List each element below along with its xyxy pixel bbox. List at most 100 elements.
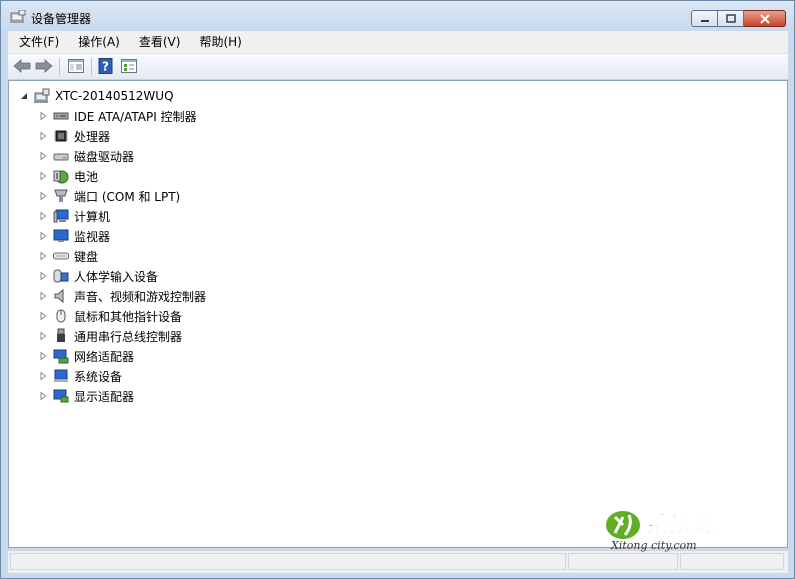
ide-controller-icon	[53, 108, 69, 124]
menu-bar: 文件(F) 操作(A) 查看(V) 帮助(H)	[8, 31, 788, 54]
device-manager-icon	[10, 9, 26, 24]
expand-triangle-icon[interactable]	[39, 192, 47, 200]
expand-triangle-icon[interactable]	[39, 312, 47, 320]
monitor-icon	[53, 228, 69, 244]
disk-drive-icon	[53, 148, 69, 164]
device-tree-pane[interactable]: XTC-20140512WUQ IDE ATA/ATAPI 控制器 处理器磁盘驱动…	[8, 80, 788, 548]
expand-triangle-icon[interactable]	[39, 212, 47, 220]
tree-item[interactable]: 电池	[39, 166, 98, 186]
expand-triangle-icon[interactable]	[39, 172, 47, 180]
computer-name: XTC-20140512WUQ	[55, 89, 174, 103]
toolbar-separator	[91, 58, 92, 75]
expand-triangle-icon[interactable]	[39, 352, 47, 360]
tree-item[interactable]: 系统设备	[39, 366, 122, 386]
minimize-icon	[700, 19, 709, 22]
tree-item-label: 监视器	[74, 229, 111, 244]
tree-item-label: 网络适配器	[74, 349, 135, 364]
maximize-icon	[725, 14, 736, 23]
back-button[interactable]	[13, 58, 31, 74]
window-controls	[691, 10, 786, 29]
status-pane-3	[680, 553, 784, 570]
toolbar-separator	[59, 58, 60, 75]
tree-item-label: 声音、视频和游戏控制器	[74, 289, 207, 304]
tree-item[interactable]: 计算机	[39, 206, 110, 226]
tree-item-label: IDE ATA/ATAPI 控制器	[74, 109, 197, 124]
collapse-triangle-icon[interactable]	[20, 92, 28, 100]
back-arrow-icon	[13, 59, 31, 73]
tree-item[interactable]: 通用串行总线控制器	[39, 326, 182, 346]
tree-item[interactable]: 网络适配器	[39, 346, 134, 366]
tree-item-label: 磁盘驱动器	[74, 149, 135, 164]
tree-item-label: 电池	[74, 169, 99, 184]
tree-item-label: 处理器	[74, 129, 111, 144]
computer-icon	[53, 208, 69, 224]
port-icon	[53, 188, 69, 204]
battery-icon	[53, 168, 69, 184]
system-device-icon	[53, 368, 69, 384]
svg-text:?: ?	[102, 60, 109, 74]
tree-item-label: 通用串行总线控制器	[74, 329, 183, 344]
forward-button[interactable]	[35, 58, 53, 74]
expand-triangle-icon[interactable]	[39, 272, 47, 280]
display-adapter-icon	[53, 388, 69, 404]
computer-root-icon	[34, 88, 50, 104]
tree-item[interactable]: 声音、视频和游戏控制器	[39, 286, 206, 306]
tree-item-label: 键盘	[74, 249, 99, 264]
tree-item[interactable]: 键盘	[39, 246, 98, 266]
status-pane-main	[10, 553, 566, 570]
sound-icon	[53, 288, 69, 304]
show-hide-console-tree-icon	[68, 59, 84, 73]
tree-item-label: 显示适配器	[74, 389, 135, 404]
close-button[interactable]	[744, 10, 786, 27]
expand-triangle-icon[interactable]	[39, 232, 47, 240]
help-icon: ?	[98, 58, 113, 74]
menu-file[interactable]: 文件(F)	[8, 31, 67, 53]
watermark-brand-text: 系统城	[645, 511, 717, 539]
title-bar[interactable]: 设备管理器	[1, 1, 794, 31]
expand-triangle-icon[interactable]	[39, 252, 47, 260]
expand-triangle-icon[interactable]	[39, 332, 47, 340]
close-icon	[759, 13, 770, 24]
status-bar	[8, 550, 788, 573]
forward-arrow-icon	[35, 59, 53, 73]
menu-action[interactable]: 操作(A)	[67, 31, 128, 53]
tree-item[interactable]: 鼠标和其他指针设备	[39, 306, 182, 326]
help-button[interactable]: ?	[97, 58, 115, 74]
expand-triangle-icon[interactable]	[39, 112, 47, 120]
tree-item[interactable]: IDE ATA/ATAPI 控制器	[39, 106, 197, 126]
mouse-icon	[53, 308, 69, 324]
keyboard-icon	[53, 248, 69, 264]
window-title: 设备管理器	[31, 12, 92, 26]
menu-help[interactable]: 帮助(H)	[188, 31, 249, 53]
tree-item[interactable]: 磁盘驱动器	[39, 146, 134, 166]
network-adapter-icon	[53, 348, 69, 364]
tree-item[interactable]: 监视器	[39, 226, 110, 246]
expand-triangle-icon[interactable]	[39, 152, 47, 160]
toolbar: ?	[8, 54, 788, 80]
tree-root[interactable]: XTC-20140512WUQ	[20, 86, 174, 106]
hid-icon	[53, 268, 69, 284]
tree-item-label: 鼠标和其他指针设备	[74, 309, 183, 324]
tree-item[interactable]: 人体学输入设备	[39, 266, 158, 286]
menu-view[interactable]: 查看(V)	[128, 31, 189, 53]
watermark-domain-text: Xitong city.com	[610, 539, 697, 552]
status-pane-2	[568, 553, 678, 570]
tree-item[interactable]: 端口 (COM 和 LPT)	[39, 186, 180, 206]
watermark-logo: 系统城 Xitong city.com	[601, 503, 761, 553]
console-tree-button[interactable]	[67, 58, 85, 74]
usb-icon	[53, 328, 69, 344]
tree-item-label: 计算机	[74, 209, 111, 224]
expand-triangle-icon[interactable]	[39, 392, 47, 400]
tree-item-label: 人体学输入设备	[74, 269, 159, 284]
expand-triangle-icon[interactable]	[39, 372, 47, 380]
tree-item[interactable]: 显示适配器	[39, 386, 134, 406]
properties-button[interactable]	[120, 58, 138, 74]
expand-triangle-icon[interactable]	[39, 132, 47, 140]
expand-triangle-icon[interactable]	[39, 292, 47, 300]
processor-icon	[53, 128, 69, 144]
minimize-button[interactable]	[691, 10, 718, 27]
tree-item-label: 系统设备	[74, 369, 123, 384]
maximize-button[interactable]	[718, 10, 744, 27]
tree-item[interactable]: 处理器	[39, 126, 110, 146]
properties-icon	[121, 59, 137, 73]
